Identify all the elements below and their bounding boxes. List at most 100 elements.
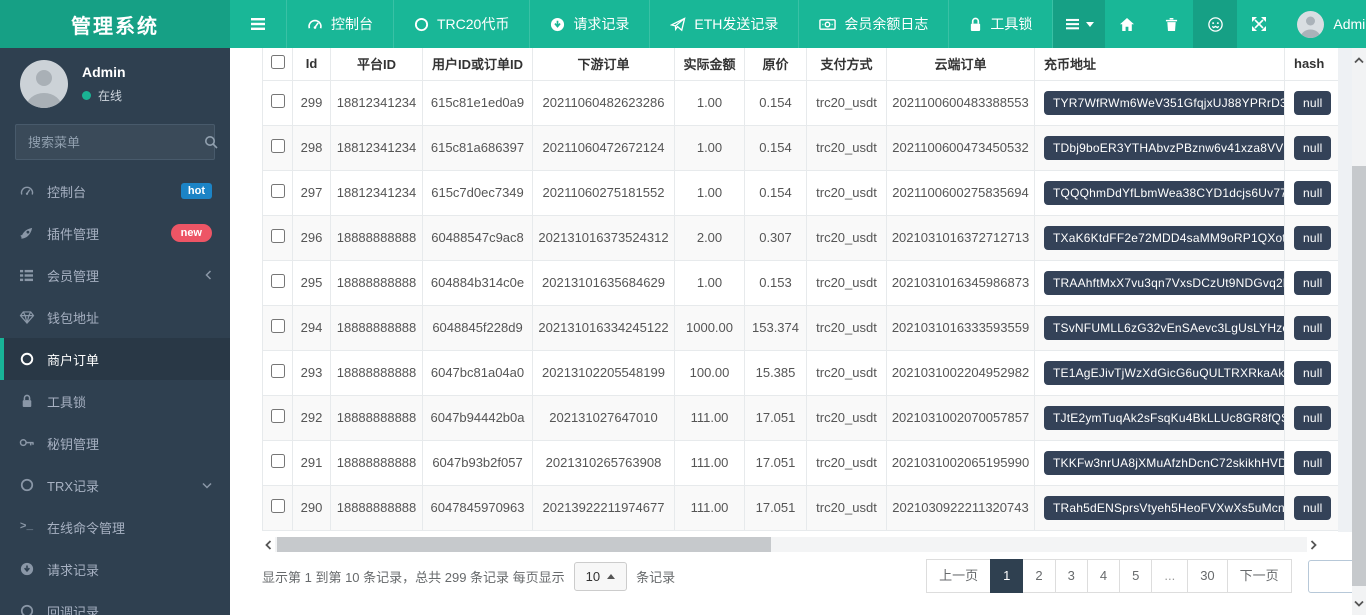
cell-user-or-order-id: 6047845970963 (423, 485, 533, 530)
sidebar-item-callback-log[interactable]: 回调记录 (0, 590, 230, 615)
sidebar-item-plugins[interactable]: 插件管理 new (0, 212, 230, 254)
row-check-cell (263, 80, 293, 125)
row-checkbox[interactable] (271, 229, 285, 243)
sidebar-toggle-button[interactable] (230, 0, 286, 48)
row-checkbox[interactable] (271, 409, 285, 423)
sidebar-item-dashboard[interactable]: 控制台 hot (0, 170, 230, 212)
navbar-menu: 控制台 TRC20代币 请求记录 ETH发送记录 会员余额日志 (230, 0, 1053, 48)
cell-actual-amount: 1.00 (675, 125, 745, 170)
chevron-down-icon (202, 482, 212, 489)
page-ellipsis[interactable]: ... (1151, 559, 1188, 593)
page-button-1[interactable]: 1 (990, 559, 1023, 593)
sidebar-item-merchant-orders[interactable]: 商户订单 (0, 338, 230, 380)
theme-button[interactable] (1193, 0, 1237, 48)
cell-platform-id: 18888888888 (331, 395, 423, 440)
scroll-right-icon[interactable] (1307, 537, 1320, 552)
cell-cloud-order: 2021030922211320743 (887, 485, 1035, 530)
row-checkbox[interactable] (271, 274, 285, 288)
sidebar-item-key-management[interactable]: 秘钥管理 (0, 422, 230, 464)
scroll-up-icon[interactable] (1352, 52, 1366, 68)
home-icon (1119, 17, 1135, 32)
cell-id: 299 (293, 80, 331, 125)
cell-actual-amount: 100.00 (675, 350, 745, 395)
cell-platform-id: 18812341234 (331, 170, 423, 215)
cell-downstream-order: 202131016373524312 (533, 215, 675, 260)
row-checkbox[interactable] (271, 364, 285, 378)
row-check-cell (263, 125, 293, 170)
row-checkbox[interactable] (271, 139, 285, 153)
sidebar-item-request-log[interactable]: 请求记录 (0, 548, 230, 590)
sidebar-item-online-commands[interactable]: >_ 在线命令管理 (0, 506, 230, 548)
trash-button[interactable] (1149, 0, 1193, 48)
page-button-30[interactable]: 30 (1187, 559, 1227, 593)
menu-search-input[interactable] (28, 135, 204, 150)
row-checkbox[interactable] (271, 184, 285, 198)
page-button-5[interactable]: 5 (1119, 559, 1152, 593)
vertical-scroll-thumb[interactable] (1352, 166, 1366, 586)
select-all-checkbox[interactable] (271, 55, 285, 69)
avatar[interactable] (20, 60, 68, 108)
nav-item-label: 请求记录 (573, 14, 629, 34)
cell-platform-id: 18812341234 (331, 80, 423, 125)
next-page-button[interactable]: 下一页 (1227, 559, 1292, 593)
menu-list-dropdown[interactable] (1053, 0, 1105, 48)
horizontal-scroll-thumb[interactable] (277, 537, 771, 552)
cell-cloud-order: 2021100600275835694 (887, 170, 1035, 215)
table-row: 299 18812341234 615c81e1ed0a9 2021106048… (263, 80, 1339, 125)
cell-user-or-order-id: 6047b94442b0a (423, 395, 533, 440)
sidebar-menu: 控制台 hot 插件管理 new 会员管理 钱包地址 (0, 170, 230, 615)
per-page-select[interactable]: 10 (574, 562, 627, 591)
nav-item-member-balance-log[interactable]: 会员余额日志 (798, 0, 948, 48)
row-checkbox[interactable] (271, 319, 285, 333)
monster-icon (1207, 16, 1224, 33)
cell-platform-id: 18888888888 (331, 215, 423, 260)
home-button[interactable] (1105, 0, 1149, 48)
caret-up-icon (607, 574, 615, 579)
cell-deposit-address: TE1AgEJivTjWzXdGicG6uQULTRXRkaAkK4 (1035, 350, 1285, 395)
page-button-3[interactable]: 3 (1055, 559, 1088, 593)
cell-id: 292 (293, 395, 331, 440)
sidebar-item-trx-records[interactable]: TRX记录 (0, 464, 230, 506)
hash-badge: null (1294, 406, 1331, 430)
nav-item-request-log[interactable]: 请求记录 (529, 0, 649, 48)
nav-item-dashboard[interactable]: 控制台 (286, 0, 393, 48)
page-button-2[interactable]: 2 (1022, 559, 1055, 593)
cell-downstream-order: 202131016334245122 (533, 305, 675, 350)
nav-item-trc20[interactable]: TRC20代币 (393, 0, 529, 48)
row-checkbox[interactable] (271, 499, 285, 513)
circle-icon (18, 352, 35, 366)
scroll-down-icon[interactable] (1352, 595, 1366, 611)
table-vertical-scroll-track[interactable] (1338, 48, 1352, 532)
nav-item-eth-send-log[interactable]: ETH发送记录 (649, 0, 798, 48)
cell-cloud-order: 2021100600483388553 (887, 80, 1035, 125)
header-deposit-address: 充币地址 (1035, 48, 1285, 80)
cell-deposit-address: TYR7WfRWm6WeV351GfqjxUJ88YPRrD34or (1035, 80, 1285, 125)
search-icon[interactable] (204, 135, 218, 149)
cell-cloud-order: 2021031002070057857 (887, 395, 1035, 440)
sidebar-item-members[interactable]: 会员管理 (0, 254, 230, 296)
lock-icon (18, 394, 35, 408)
prev-page-button[interactable]: 上一页 (926, 559, 991, 593)
cell-original-price: 153.374 (745, 305, 807, 350)
chevron-down-icon (1086, 22, 1094, 27)
cell-hash: null (1285, 170, 1339, 215)
sidebar-item-wallet-address[interactable]: 钱包地址 (0, 296, 230, 338)
page-button-4[interactable]: 4 (1087, 559, 1120, 593)
row-checkbox[interactable] (271, 454, 285, 468)
cell-original-price: 17.051 (745, 395, 807, 440)
key-icon (18, 437, 35, 450)
cell-hash: null (1285, 125, 1339, 170)
table-row: 292 18888888888 6047b94442b0a 2021310276… (263, 395, 1339, 440)
cell-hash: null (1285, 215, 1339, 260)
cell-cloud-order: 2021100600473450532 (887, 125, 1035, 170)
nav-item-tool-lock[interactable]: 工具锁 (948, 0, 1053, 48)
th-list-icon (18, 269, 35, 282)
row-checkbox[interactable] (271, 94, 285, 108)
navbar-user-menu[interactable]: Admin (1281, 0, 1366, 48)
fullscreen-button[interactable] (1237, 0, 1281, 48)
scroll-left-icon[interactable] (262, 537, 275, 552)
horizontal-scroll-track[interactable] (275, 537, 1307, 552)
cell-actual-amount: 1.00 (675, 260, 745, 305)
sidebar-item-tool-lock[interactable]: 工具锁 (0, 380, 230, 422)
cell-actual-amount: 1000.00 (675, 305, 745, 350)
